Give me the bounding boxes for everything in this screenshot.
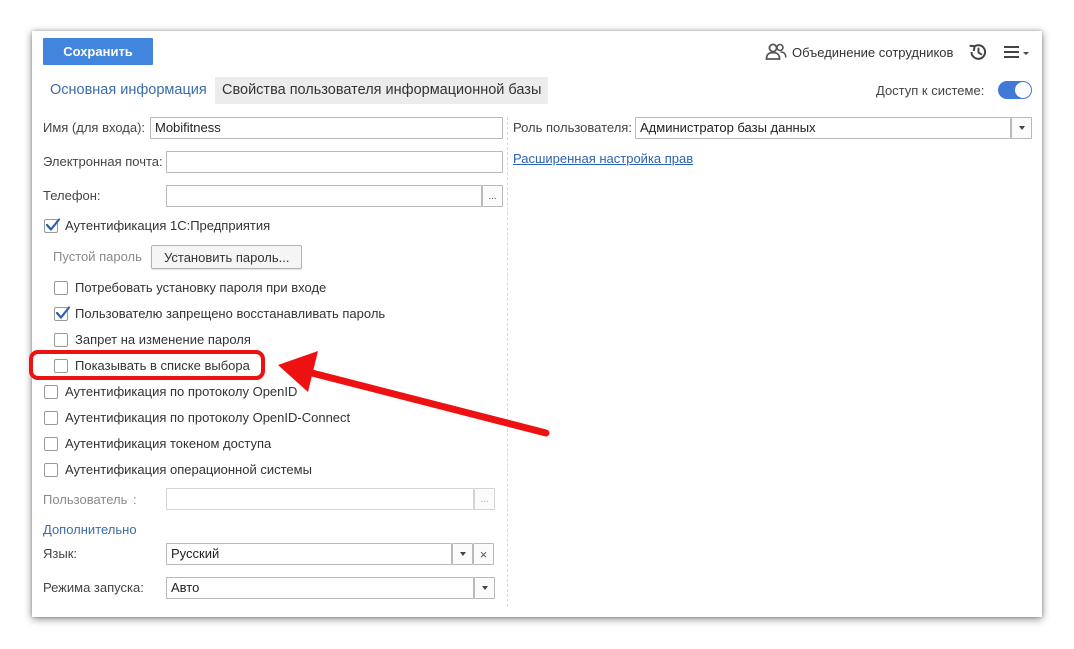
- annotation-arrow: [278, 351, 550, 437]
